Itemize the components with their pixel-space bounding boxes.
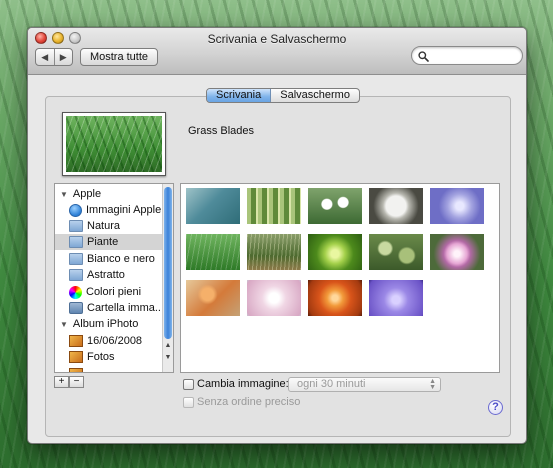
source-item-label: Colori pieni — [86, 286, 142, 298]
show-all-button[interactable]: Mostra tutte — [80, 48, 158, 66]
preferences-window: Scrivania e Salvaschermo ◀ ▶ Mostra tutt… — [27, 27, 527, 444]
current-picture-preview[interactable] — [62, 112, 166, 176]
wallpaper-thumbnail-rose[interactable] — [308, 280, 362, 316]
source-list-scrollbar[interactable]: ▲ ▼ — [162, 184, 173, 372]
source-item-label: Cartella imma... — [87, 302, 165, 314]
group-header-album-iphoto[interactable]: ▼ Album iPhoto — [55, 316, 163, 332]
search-field[interactable] — [411, 46, 523, 65]
folder-icon — [69, 236, 83, 248]
random-order-label: Senza ordine preciso — [197, 396, 301, 408]
source-item-album-date[interactable]: 16/06/2008 — [55, 333, 163, 349]
source-item-label: Fotos — [87, 351, 115, 363]
forward-arrow-icon: ▶ — [59, 51, 67, 62]
select-arrows-icon: ▲ ▼ — [429, 378, 436, 391]
source-item-partial[interactable] — [55, 366, 163, 372]
back-button[interactable]: ◀ — [36, 49, 54, 65]
change-picture-label: Cambia immagine: — [197, 378, 289, 390]
source-item-natura[interactable]: Natura — [55, 218, 163, 234]
folder-icon — [69, 220, 83, 232]
change-picture-option: Cambia immagine: — [183, 378, 289, 390]
source-item-label: Astratto — [87, 269, 125, 281]
source-item-immagini-apple[interactable]: Immagini Apple — [55, 202, 163, 218]
photo-album-icon — [69, 335, 83, 347]
source-item-bianco-e-nero[interactable]: Bianco e nero — [55, 251, 163, 267]
apple-icon — [69, 203, 82, 217]
group-header-apple[interactable]: ▼ Apple — [55, 186, 163, 202]
window-title: Scrivania e Salvaschermo — [207, 32, 347, 46]
change-picture-checkbox[interactable] — [183, 378, 194, 390]
add-folder-button[interactable]: + — [54, 376, 69, 388]
source-item-fotos[interactable]: Fotos — [55, 349, 163, 365]
source-item-label: Piante — [87, 236, 119, 248]
navigation-buttons: ◀ ▶ — [35, 48, 73, 66]
source-item-label: Natura — [87, 220, 121, 232]
source-item-label: Immagini Apple — [86, 204, 162, 216]
tab-salvaschermo[interactable]: Salvaschermo — [271, 89, 359, 102]
tab-scrivania[interactable]: Scrivania — [207, 89, 272, 102]
wallpaper-thumbnail-maple-leaves[interactable] — [186, 280, 240, 316]
title-bar: Scrivania e Salvaschermo ◀ ▶ Mostra tutt… — [28, 28, 526, 75]
source-item-colori-pieni[interactable]: Colori pieni — [55, 284, 163, 300]
forward-button[interactable]: ▶ — [53, 49, 73, 65]
scroll-down-arrow-icon[interactable]: ▼ — [163, 352, 173, 363]
wallpaper-thumbnail-field[interactable] — [247, 234, 301, 270]
tab-bar: Scrivania Salvaschermo — [206, 88, 360, 103]
source-item-label: Bianco e nero — [87, 253, 155, 265]
folder-icon — [69, 269, 83, 281]
color-wheel-icon — [69, 285, 82, 299]
wallpaper-thumbnail-grid — [180, 183, 500, 373]
picture-name: Grass Blades — [188, 125, 255, 137]
photo-album-icon — [69, 351, 83, 363]
wallpaper-thumbnail-lotus[interactable] — [430, 234, 484, 270]
wallpaper-thumbnail-pink-blossom[interactable] — [247, 280, 301, 316]
wallpaper-thumbnail-daisies[interactable] — [308, 188, 362, 224]
folder-icon — [69, 253, 83, 265]
preferences-content: Scrivania Salvaschermo Grass Blades ▼ Ap… — [28, 75, 526, 443]
random-order-checkbox[interactable] — [183, 396, 194, 408]
wallpaper-thumbnail-agave[interactable] — [186, 188, 240, 224]
wallpaper-thumbnail-purple-flower[interactable] — [430, 188, 484, 224]
group-label: Apple — [72, 188, 102, 200]
help-button[interactable]: ? — [488, 400, 503, 415]
disclosure-triangle-icon[interactable]: ▼ — [60, 190, 68, 199]
wallpaper-thumbnail-green-spiral[interactable] — [308, 234, 362, 270]
scrollbar-thumb[interactable] — [164, 187, 172, 339]
back-arrow-icon: ◀ — [41, 51, 49, 62]
photo-album-icon — [69, 368, 83, 372]
wallpaper-thumbnail-bamboo[interactable] — [247, 188, 301, 224]
source-item-cartella-immagini[interactable]: Cartella imma... — [55, 300, 165, 316]
wallpaper-thumbnail-purple-petals[interactable] — [369, 280, 423, 316]
wallpaper-thumbnail-dandelion[interactable] — [369, 188, 423, 224]
group-label: Album iPhoto — [72, 318, 139, 330]
remove-folder-button[interactable]: − — [69, 376, 84, 388]
disclosure-triangle-icon[interactable]: ▼ — [60, 320, 68, 329]
source-item-astratto[interactable]: Astratto — [55, 267, 163, 283]
pictures-folder-icon — [69, 302, 83, 314]
scroll-up-arrow-icon[interactable]: ▲ — [163, 340, 173, 351]
interval-value: ogni 30 minuti — [297, 378, 366, 390]
wallpaper-thumbnail-succulents[interactable] — [369, 234, 423, 270]
picture-source-list: ▼ Apple Immagini Apple Natura Piante Bia… — [54, 183, 174, 373]
add-remove-buttons: + − — [54, 376, 84, 388]
search-icon — [418, 51, 429, 62]
change-interval-select[interactable]: ogni 30 minuti ▲ ▼ — [288, 377, 441, 392]
grass-preview-image — [66, 116, 162, 172]
wallpaper-thumbnail-grass-blades[interactable] — [186, 234, 240, 270]
random-order-option: Senza ordine preciso — [183, 396, 300, 408]
source-item-label: 16/06/2008 — [87, 335, 143, 347]
source-item-piante[interactable]: Piante — [55, 234, 163, 250]
